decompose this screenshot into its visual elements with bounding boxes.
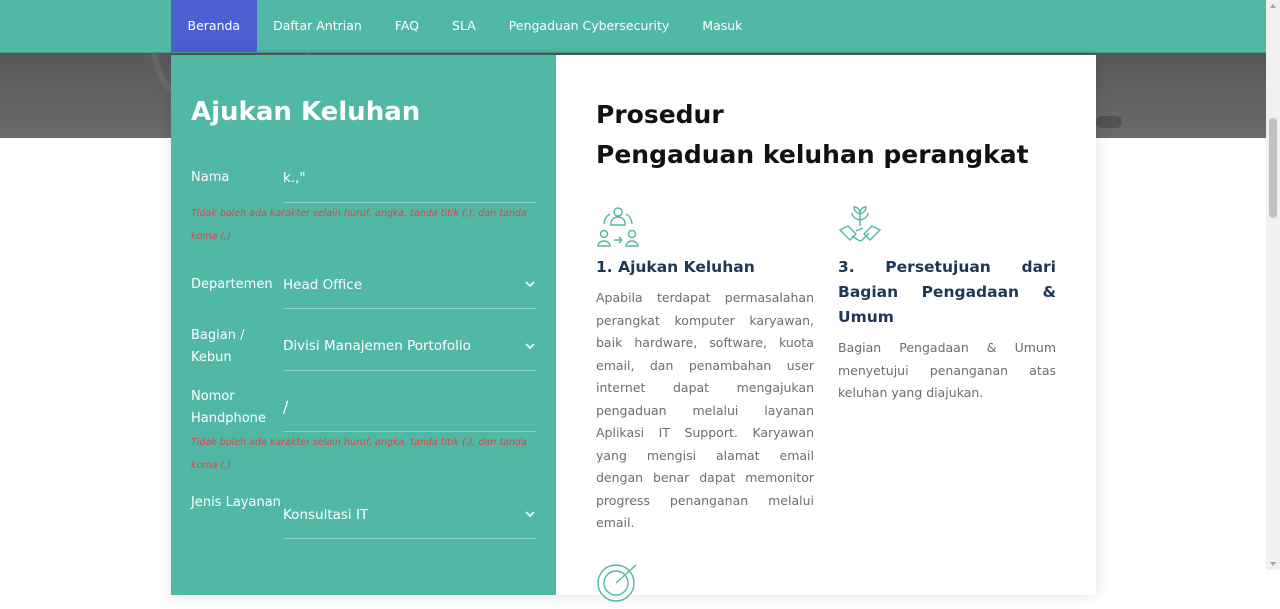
complaint-card: Ajukan Keluhan Nama k.," Tidak boleh ada… — [171, 55, 1096, 602]
page-scrollbar[interactable] — [1266, 0, 1280, 570]
procedure-title: Prosedur Pengaduan keluhan perangkat — [596, 95, 1029, 175]
scroll-down-icon[interactable] — [1270, 562, 1276, 566]
hero-slider-indicator — [1096, 116, 1122, 128]
jenis-underline — [283, 538, 536, 539]
chevron-down-icon[interactable] — [525, 343, 535, 350]
nomor-error-message: Tidak boleh ada karakter selain huruf, a… — [191, 437, 527, 471]
nav-masuk[interactable]: Masuk — [686, 0, 759, 52]
jenis-label: Jenis Layanan — [191, 495, 281, 510]
chevron-down-icon[interactable] — [525, 281, 535, 288]
departemen-underline — [283, 308, 536, 309]
complaint-form-panel: Ajukan Keluhan Nama k.," Tidak boleh ada… — [171, 55, 556, 595]
procedure-title-line2: Pengaduan keluhan perangkat — [596, 140, 1029, 169]
bagian-underline — [283, 370, 536, 371]
nav-items: Beranda Daftar Antrian FAQ SLA Pengaduan… — [171, 0, 759, 52]
nav-beranda[interactable]: Beranda — [171, 0, 257, 52]
bagian-label: Bagian / Kebun — [191, 328, 245, 365]
procedure-panel: Prosedur Pengaduan keluhan perangkat 1. … — [556, 55, 1096, 602]
bagian-select[interactable]: Divisi Manajemen Portofolio — [283, 336, 471, 356]
nomor-label: Nomor Handphone — [191, 389, 266, 426]
form-title: Ajukan Keluhan — [191, 97, 421, 127]
step3-title: 3. Persetujuan dari Bagian Pengadaan & U… — [838, 258, 1056, 326]
nav-daftar-antrian[interactable]: Daftar Antrian — [257, 0, 379, 52]
top-navbar: Beranda Daftar Antrian FAQ SLA Pengaduan… — [0, 0, 1266, 53]
nomor-input[interactable]: / — [283, 397, 288, 417]
procedure-title-line1: Prosedur — [596, 100, 724, 129]
nav-pengaduan-cybersecurity[interactable]: Pengaduan Cybersecurity — [492, 0, 686, 52]
nama-label: Nama — [191, 170, 230, 185]
nama-input[interactable]: k.," — [283, 168, 306, 188]
scroll-up-icon[interactable] — [1270, 4, 1276, 8]
nav-sla[interactable]: SLA — [436, 0, 493, 52]
departemen-label: Departemen — [191, 277, 273, 292]
nama-error-message: Tidak boleh ada karakter selain huruf, a… — [191, 208, 527, 242]
handshake-plant-icon — [838, 204, 882, 248]
jenis-select[interactable]: Konsultasi IT — [283, 505, 368, 525]
step1-title: 1. Ajukan Keluhan — [596, 258, 755, 276]
target-icon — [596, 561, 640, 605]
nav-faq[interactable]: FAQ — [378, 0, 435, 52]
chevron-down-icon[interactable] — [525, 511, 535, 518]
step1-description: Apabila terdapat permasalahan perangkat … — [596, 290, 814, 530]
departemen-select[interactable]: Head Office — [283, 275, 362, 295]
scrollbar-thumb[interactable] — [1269, 118, 1277, 218]
step3-description: Bagian Pengadaan & Umum menyetujui penan… — [838, 340, 1056, 400]
people-exchange-icon — [596, 204, 640, 248]
